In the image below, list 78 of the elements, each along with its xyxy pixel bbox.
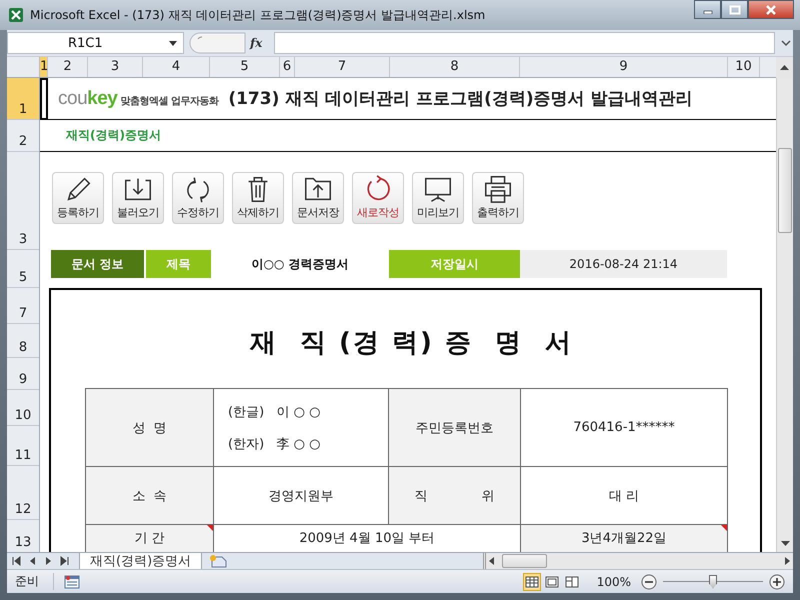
logo-tagline: 맞춤형엑셀 업무자동화 <box>120 94 218 108</box>
spreadsheet-app-icon <box>8 7 24 23</box>
window-title: Microsoft Excel - (173) 재직 데이터관리 프로그램(경력)증명서 발급내역관리.xlsm <box>30 6 486 24</box>
maximize-icon <box>728 4 740 14</box>
sheet-tab[interactable]: 재직(경력)증명서 <box>79 552 202 570</box>
resize-grip-icon[interactable] <box>188 32 246 54</box>
zoom-in-icon[interactable] <box>769 574 785 590</box>
column-header[interactable]: 3 <box>88 57 143 77</box>
column-header[interactable]: 6 <box>280 57 295 77</box>
column-header[interactable]: 2 <box>48 57 88 77</box>
row-header[interactable]: 7 <box>7 288 39 324</box>
toolbar-button[interactable]: 등록하기 <box>52 172 104 224</box>
scrollbar-thumb[interactable] <box>502 554 547 568</box>
page-layout-icon <box>544 574 560 588</box>
normal-view-icon <box>524 574 540 588</box>
row-header[interactable]: 9 <box>7 358 39 390</box>
maximize-button[interactable] <box>721 0 748 19</box>
first-sheet-icon[interactable] <box>11 555 23 567</box>
row-header[interactable]: 10 <box>7 390 39 426</box>
toolbar-button[interactable]: 출력하기 <box>472 172 524 224</box>
dropdown-arrow-icon <box>169 40 177 46</box>
column-header[interactable]: 8 <box>390 57 520 77</box>
column-header[interactable]: 7 <box>295 57 390 77</box>
column-header[interactable]: 5 <box>210 57 280 77</box>
close-button[interactable] <box>748 0 794 19</box>
field-label: 성 명 <box>132 420 167 436</box>
row-header[interactable]: 8 <box>7 324 39 358</box>
zoom-out-icon[interactable] <box>641 574 657 590</box>
row-header[interactable]: 1 <box>7 78 39 120</box>
document-title: 이○○ 경력증명서 <box>250 256 350 273</box>
active-cell[interactable] <box>40 78 48 120</box>
sheet-title: (173) 재직 데이터관리 프로그램(경력)증명서 발급내역관리 <box>228 88 693 110</box>
field-label: 3년4개월22일 <box>581 530 667 547</box>
field-value: 경영지원부 <box>268 488 334 504</box>
function-button[interactable]: fx <box>250 36 270 50</box>
scrollbar-thumb[interactable] <box>778 148 792 233</box>
toolbar-button[interactable]: 미리보기 <box>412 172 464 224</box>
close-icon <box>765 4 777 14</box>
name-box[interactable]: R1C1 <box>7 32 184 54</box>
info-header: 문서 정보 <box>51 250 144 278</box>
toolbar-button[interactable]: 삭제하기 <box>232 172 284 224</box>
field-label: 주민등록번호 <box>416 420 494 436</box>
field-value: (한자) 李 ○ ○ <box>228 436 320 452</box>
row-header[interactable]: 12 <box>7 466 39 520</box>
info-label: 저장일시 <box>389 250 520 278</box>
minimize-button[interactable] <box>694 0 721 19</box>
toolbar-button[interactable]: 불러오기 <box>112 172 164 224</box>
field-value: 760416-1****** <box>573 420 675 435</box>
field-value: 2009년 4월 10일 부터 <box>299 530 435 547</box>
zoom-slider-thumb[interactable] <box>709 574 717 588</box>
toolbar-button[interactable]: 새로작성 <box>352 172 404 224</box>
column-header[interactable]: 4 <box>143 57 210 77</box>
certificate-title: 재 직 (경 력) 증 명 서 <box>250 327 574 360</box>
field-value: 대 리 <box>608 488 640 504</box>
page-break-view-icon <box>564 574 580 588</box>
saved-date: 2016-08-24 21:14 <box>520 250 727 278</box>
field-label: 직 위 <box>414 488 494 504</box>
field-label: 기 간 <box>134 530 165 547</box>
column-header[interactable]: 1 <box>40 57 48 77</box>
view-button[interactable] <box>522 572 541 590</box>
column-header[interactable]: 10 <box>728 57 760 77</box>
macro-record-icon[interactable] <box>64 574 80 588</box>
status-text: 준비 <box>15 573 54 590</box>
field-value: (한글) 이 ○ ○ <box>228 404 320 420</box>
last-sheet-icon[interactable] <box>59 555 71 567</box>
toolbar-button[interactable]: 수정하기 <box>172 172 224 224</box>
column-header[interactable]: 9 <box>520 57 728 77</box>
row-header[interactable]: 3 <box>7 152 39 250</box>
brand-logo: coukey <box>58 88 118 110</box>
toolbar-button[interactable]: 문서저장 <box>292 172 344 224</box>
field-label: 소 속 <box>132 488 167 504</box>
formula-input-field[interactable] <box>274 32 775 54</box>
section-title: 재직(경력)증명서 <box>66 127 161 144</box>
row-header[interactable]: 11 <box>7 426 39 466</box>
info-label: 제목 <box>146 250 211 278</box>
row-header[interactable]: 5 <box>7 250 39 288</box>
row-header[interactable]: 2 <box>7 120 39 152</box>
zoom-level[interactable]: 100% <box>596 574 631 588</box>
